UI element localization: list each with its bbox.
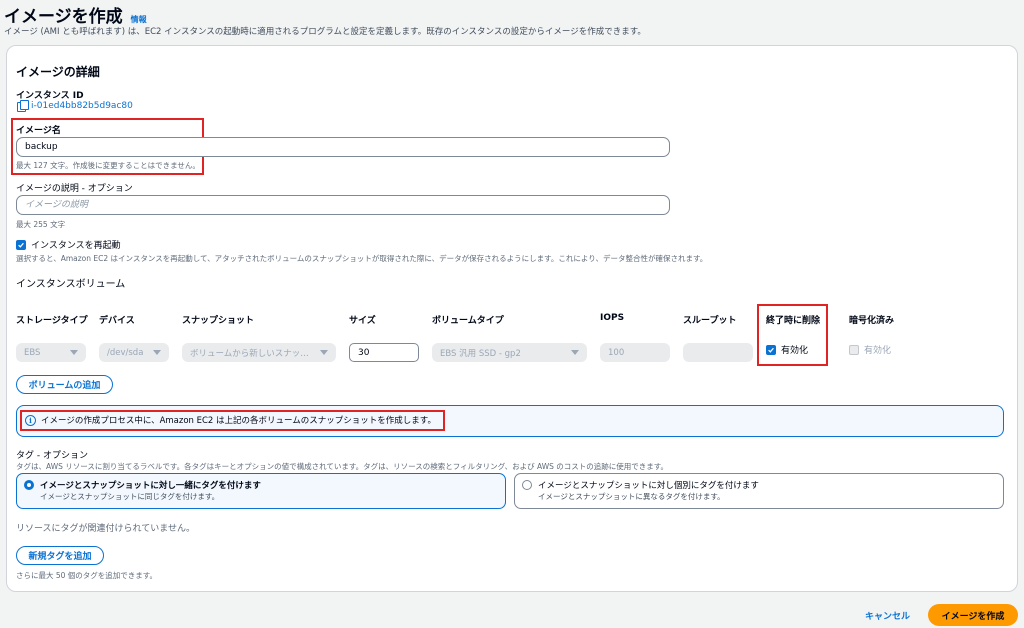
page-description: イメージ (AMI とも呼ばれます) は、EC2 インスタンスの起動時に適用され… — [4, 27, 646, 37]
caret-down-icon — [70, 350, 78, 355]
image-name-hint: 最大 127 文字。作成後に変更することはできません。 — [16, 161, 200, 170]
col-volume-type: ボリュームタイプ — [432, 316, 504, 326]
tag-separately-desc: イメージとスナップショットに異なるタグを付けます。 — [538, 492, 725, 501]
tag-together-content[interactable]: イメージとスナップショットに対し一緒にタグを付けます イメージとスナップショット… — [24, 479, 261, 502]
col-size: サイズ — [349, 316, 376, 326]
tag-together-title: イメージとスナップショットに対し一緒にタグを付けます — [40, 481, 261, 491]
col-iops: IOPS — [600, 313, 625, 323]
image-name-label: イメージ名 — [16, 126, 61, 136]
col-storage-type: ストレージタイプ — [16, 316, 88, 326]
caret-down-icon — [320, 350, 328, 355]
reboot-label: インスタンスを再起動 — [31, 241, 121, 251]
image-desc-input[interactable] — [16, 195, 670, 215]
volumes-heading: インスタンスボリューム — [16, 279, 126, 290]
encrypted-row: 有効化 — [849, 343, 891, 356]
tags-heading: タグ - オプション — [16, 451, 88, 461]
iops-input: 100 — [600, 343, 670, 362]
details-heading: イメージの詳細 — [16, 65, 100, 79]
volume-type-select: EBS 汎用 SSD - gp2 — [432, 343, 587, 362]
encrypted-label: 有効化 — [864, 346, 892, 356]
tag-separately-radio[interactable] — [522, 480, 532, 490]
tag-separately-content[interactable]: イメージとスナップショットに対し個別にタグを付けます イメージとスナップショット… — [522, 479, 759, 502]
tag-separately-title: イメージとスナップショットに対し個別にタグを付けます — [538, 481, 759, 491]
snapshot-select: ボリュームから新しいスナップショット — [182, 343, 336, 362]
col-snapshot: スナップショット — [182, 316, 255, 326]
tag-together-radio[interactable] — [24, 480, 34, 490]
info-message-row: i イメージの作成プロセス中に、Amazon EC2 は上記の各ボリュームのスナ… — [25, 414, 436, 426]
instance-id-row: i-01ed4bb82b5d9ac80 — [17, 100, 133, 112]
device-select: /dev/sda — [99, 343, 169, 362]
image-desc-hint: 最大 255 文字 — [16, 220, 66, 229]
check-icon — [18, 242, 24, 248]
add-tag-button[interactable]: 新規タグを追加 — [16, 546, 104, 565]
delete-on-termination-label: 有効化 — [781, 346, 809, 356]
delete-on-termination-row[interactable]: 有効化 — [766, 343, 808, 356]
instance-id-link[interactable]: i-01ed4bb82b5d9ac80 — [31, 101, 133, 111]
encrypted-checkbox — [849, 344, 859, 355]
image-name-input[interactable] — [16, 137, 670, 157]
col-device: デバイス — [99, 316, 135, 326]
page-title: イメージを作成 — [4, 7, 123, 27]
tag-together-desc: イメージとスナップショットに同じタグを付けます。 — [40, 492, 220, 501]
caret-down-icon — [571, 350, 579, 355]
tags-description: タグは、AWS リソースに割り当てるラベルです。各タグはキーとオプションの値で構… — [16, 462, 669, 471]
no-tags-message: リソースにタグが関連付けられていません。 — [16, 524, 196, 534]
caret-down-icon — [153, 350, 161, 355]
image-desc-label: イメージの説明 - オプション — [16, 184, 133, 194]
reboot-row[interactable]: インスタンスを再起動 — [16, 238, 121, 251]
info-icon: i — [25, 414, 36, 426]
check-icon — [768, 347, 774, 353]
create-image-button[interactable]: イメージを作成 — [928, 604, 1018, 626]
page-header: イメージを作成 情報 — [4, 2, 147, 27]
info-message: イメージの作成プロセス中に、Amazon EC2 は上記の各ボリュームのスナップ… — [41, 416, 436, 426]
delete-on-termination-checkbox[interactable] — [766, 344, 776, 355]
throughput-input — [683, 343, 753, 362]
size-input[interactable] — [349, 343, 419, 362]
col-encrypted: 暗号化済み — [849, 316, 895, 326]
add-volume-button[interactable]: ボリュームの追加 — [16, 375, 113, 394]
storage-type-select: EBS — [16, 343, 86, 362]
reboot-hint: 選択すると、Amazon EC2 はインスタンスを再起動して、アタッチされたボリ… — [16, 254, 708, 263]
copy-icon[interactable] — [17, 100, 29, 112]
reboot-checkbox[interactable] — [16, 239, 26, 250]
add-tag-hint: さらに最大 50 個のタグを追加できます。 — [16, 571, 158, 580]
cancel-button[interactable]: キャンセル — [865, 609, 910, 622]
col-throughput: スループット — [683, 316, 737, 326]
info-link[interactable]: 情報 — [131, 14, 147, 25]
delete-on-termination-highlight — [757, 304, 828, 366]
